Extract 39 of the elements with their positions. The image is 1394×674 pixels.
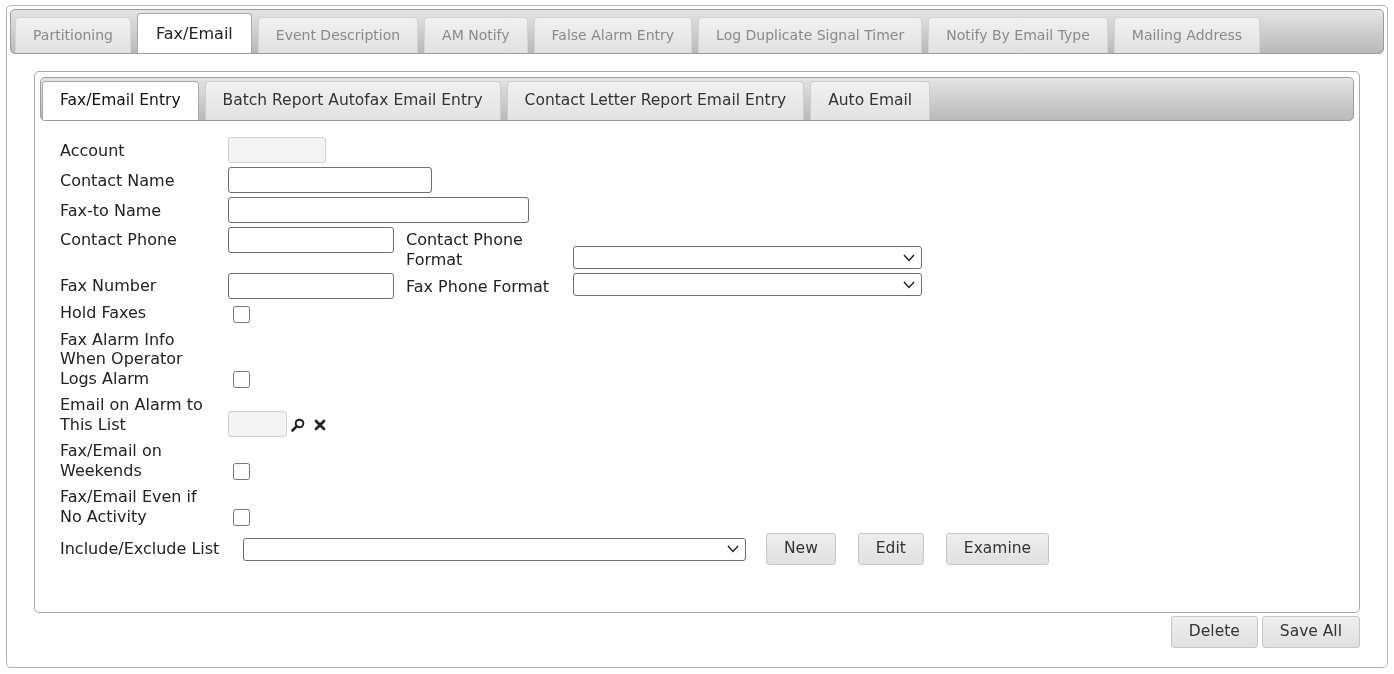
field-label: Fax/Email Even if No Activity <box>60 487 198 528</box>
examine-button[interactable]: Examine <box>945 533 1050 565</box>
checkbox[interactable] <box>233 371 250 388</box>
chevron-down-icon <box>903 253 915 262</box>
field-label: Hold Faxes <box>60 303 148 324</box>
chevron-down-icon <box>727 545 739 553</box>
delete-button[interactable]: Delete <box>1170 616 1258 648</box>
search-icon[interactable] <box>291 418 305 432</box>
dropdown-field[interactable] <box>573 246 922 269</box>
field-label: Include/Exclude List <box>60 539 221 559</box>
field-label: Account <box>60 140 126 162</box>
text-field[interactable] <box>228 197 529 223</box>
dropdown-field[interactable] <box>573 273 922 296</box>
new-button[interactable]: New <box>766 533 836 565</box>
tab[interactable]: Batch Report Autofax Email Entry <box>204 81 501 120</box>
edit-button[interactable]: Edit <box>857 533 924 565</box>
field-label: Fax-to Name <box>60 200 163 222</box>
field-label: Email on Alarm to This List <box>60 395 204 436</box>
text-field[interactable] <box>228 227 394 253</box>
field-label: Fax Number <box>60 275 158 296</box>
text-field[interactable] <box>228 273 394 299</box>
save-all-button[interactable]: Save All <box>1261 616 1360 648</box>
field-label: Contact Phone Format <box>406 229 524 269</box>
tab[interactable]: Contact Letter Report Email Entry <box>506 81 805 120</box>
chevron-down-icon <box>903 280 915 289</box>
field-label: Contact Name <box>60 170 176 192</box>
tab[interactable]: Fax/Email <box>137 13 252 53</box>
checkbox[interactable] <box>233 463 250 480</box>
close-icon[interactable] <box>314 419 326 431</box>
tab[interactable]: Auto Email <box>810 81 931 120</box>
field-label: Fax Phone Format <box>406 275 551 296</box>
checkbox[interactable] <box>233 305 250 323</box>
field-label: Contact Phone <box>60 229 178 250</box>
field-label: Fax/Email on Weekends <box>60 441 163 482</box>
tab[interactable]: Fax/Email Entry <box>42 81 199 120</box>
text-field[interactable] <box>228 167 432 193</box>
dropdown-field[interactable] <box>243 537 746 561</box>
checkbox[interactable] <box>233 509 250 526</box>
field-label: Fax Alarm Info When Operator Logs Alarm <box>60 329 184 390</box>
